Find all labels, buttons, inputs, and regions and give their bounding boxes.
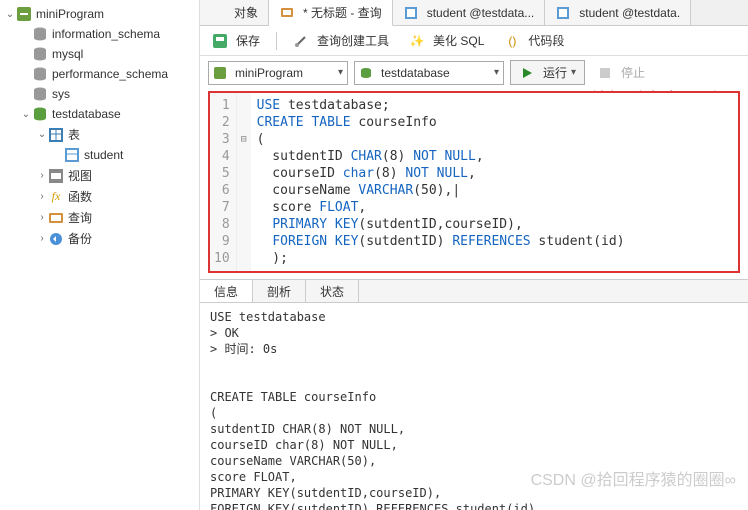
expand-icon: ⌄ bbox=[20, 109, 32, 120]
tab-icon bbox=[210, 5, 226, 21]
chevron-down-icon: ▾ bbox=[494, 67, 499, 78]
beautify-sql-button[interactable]: ✨美化 SQL bbox=[405, 30, 488, 51]
connection-icon bbox=[213, 66, 227, 80]
run-bar: miniProgram ▾ testdatabase ▾ 运行 ▾ 停止 bbox=[200, 56, 748, 89]
chevron-down-icon: ▾ bbox=[338, 67, 343, 78]
stop-button: 停止 bbox=[591, 61, 651, 84]
line-numbers: 12345678910 bbox=[210, 93, 237, 271]
database-icon bbox=[32, 26, 48, 42]
database-icon bbox=[32, 66, 48, 82]
tree-label: miniProgram bbox=[36, 7, 104, 21]
function-icon: fx bbox=[48, 189, 64, 205]
expand-icon: ⌄ bbox=[36, 129, 48, 140]
editor-tab[interactable]: student @testdata. bbox=[545, 0, 691, 25]
connection-select[interactable]: miniProgram ▾ bbox=[208, 61, 348, 85]
chevron-right-icon: › bbox=[36, 233, 48, 244]
tab-label: * 无标题 - 查询 bbox=[303, 4, 382, 21]
tree-label: 视图 bbox=[68, 167, 92, 184]
separator bbox=[276, 32, 277, 50]
stop-icon bbox=[597, 65, 613, 81]
database-icon bbox=[32, 106, 48, 122]
database-select[interactable]: testdatabase ▾ bbox=[354, 61, 504, 85]
tree-label: student bbox=[84, 148, 123, 162]
tree-functions[interactable]: ›fx函数 bbox=[0, 186, 199, 207]
tree-database-item[interactable]: performance_schema bbox=[0, 64, 199, 84]
editor-tabs: 对象 * 无标题 - 查询 student @testdata... student … bbox=[200, 0, 748, 26]
chevron-right-icon: › bbox=[36, 212, 48, 223]
wand-icon: ✨ bbox=[409, 33, 425, 49]
result-tabs: 信息剖析状态 bbox=[200, 279, 748, 303]
tree-database-item[interactable]: information_schema bbox=[0, 24, 199, 44]
view-icon bbox=[48, 168, 64, 184]
chevron-right-icon: › bbox=[36, 170, 48, 181]
tree-label: 函数 bbox=[68, 188, 92, 205]
tree-database-item[interactable]: sys bbox=[0, 84, 199, 104]
tree-label: 查询 bbox=[68, 209, 92, 226]
sql-editor-highlight: 12345678910 ⊟ USE testdatabase;CREATE TA… bbox=[208, 91, 740, 273]
tree-label: 表 bbox=[68, 126, 80, 143]
tree-views[interactable]: › 视图 bbox=[0, 165, 199, 186]
editor-tab[interactable]: student @testdata... bbox=[393, 0, 546, 25]
result-tab[interactable]: 状态 bbox=[306, 280, 359, 302]
backup-icon bbox=[48, 231, 64, 247]
chevron-right-icon: › bbox=[36, 191, 48, 202]
tab-label: student @testdata. bbox=[579, 6, 680, 20]
table-folder-icon bbox=[48, 127, 64, 143]
result-tab[interactable]: 剖析 bbox=[253, 280, 306, 302]
tree-label: testdatabase bbox=[52, 107, 121, 121]
tree-tables-folder[interactable]: ⌄ 表 bbox=[0, 124, 199, 145]
braces-icon: () bbox=[504, 33, 520, 49]
save-button[interactable]: 保存 bbox=[208, 30, 264, 51]
tree-label: 备份 bbox=[68, 230, 92, 247]
output-panel[interactable]: USE testdatabase > OK > 时间: 0s CREATE TA… bbox=[200, 303, 748, 510]
tree-label: mysql bbox=[52, 47, 83, 61]
editor-tab[interactable]: 对象 bbox=[200, 0, 269, 25]
tree-label: performance_schema bbox=[52, 67, 168, 81]
expand-icon: ⌄ bbox=[4, 9, 16, 20]
tab-icon bbox=[279, 5, 295, 21]
database-tree[interactable]: ⌄ miniProgram information_schemamysql per… bbox=[0, 0, 200, 510]
tab-label: 对象 bbox=[234, 4, 258, 21]
tree-table-item[interactable]: student bbox=[0, 145, 199, 165]
tree-database-item[interactable]: mysql bbox=[0, 44, 199, 64]
chevron-down-icon: ▾ bbox=[571, 67, 576, 78]
query-icon bbox=[48, 210, 64, 226]
tab-label: student @testdata... bbox=[427, 6, 535, 20]
connection-icon bbox=[16, 6, 32, 22]
tree-backups[interactable]: › 备份 bbox=[0, 228, 199, 249]
database-icon bbox=[32, 46, 48, 62]
code-segment-button[interactable]: ()代码段 bbox=[500, 30, 568, 51]
tree-database-item[interactable]: ⌄ testdatabase bbox=[0, 104, 199, 124]
query-builder-button[interactable]: 查询创建工具 bbox=[289, 30, 393, 51]
tree-label: information_schema bbox=[52, 27, 160, 41]
tab-icon bbox=[555, 5, 571, 21]
tree-queries[interactable]: › 查询 bbox=[0, 207, 199, 228]
database-icon bbox=[359, 66, 373, 80]
editor-tab[interactable]: * 无标题 - 查询 bbox=[269, 0, 393, 26]
sql-editor[interactable]: 12345678910 ⊟ USE testdatabase;CREATE TA… bbox=[210, 93, 738, 271]
fold-column: ⊟ bbox=[237, 93, 251, 271]
toolbar: 保存 查询创建工具 ✨美化 SQL ()代码段 bbox=[200, 26, 748, 56]
run-button[interactable]: 运行 ▾ bbox=[510, 60, 585, 85]
tree-label: sys bbox=[52, 87, 70, 101]
database-icon bbox=[32, 86, 48, 102]
play-icon bbox=[519, 65, 535, 81]
table-icon bbox=[64, 147, 80, 163]
result-tab[interactable]: 信息 bbox=[200, 280, 253, 302]
save-icon bbox=[212, 33, 228, 49]
tab-icon bbox=[403, 5, 419, 21]
code-area[interactable]: USE testdatabase;CREATE TABLE courseInfo… bbox=[251, 93, 738, 271]
builder-icon bbox=[293, 33, 309, 49]
tree-root-connection[interactable]: ⌄ miniProgram bbox=[0, 4, 199, 24]
